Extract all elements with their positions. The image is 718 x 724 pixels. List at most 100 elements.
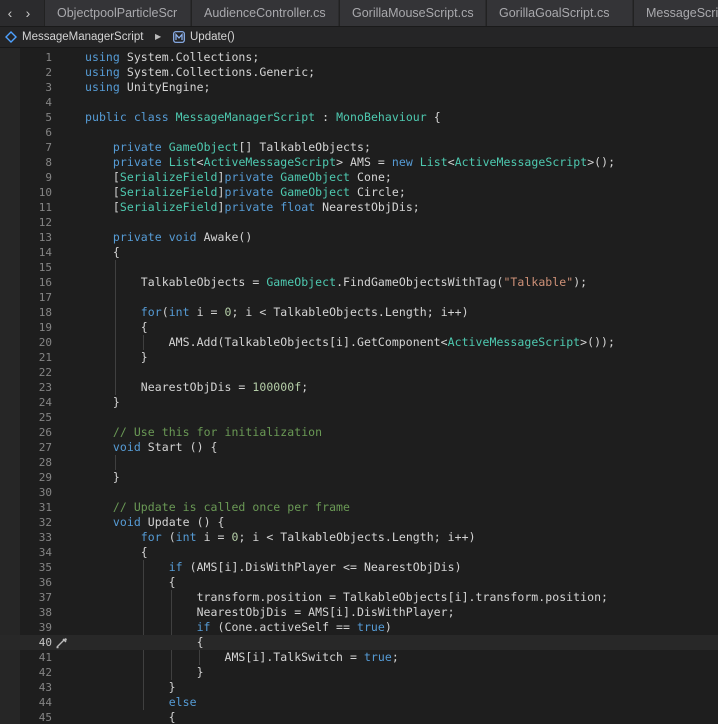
code-line[interactable]: 31 // Update is called once per frame	[0, 500, 718, 515]
tab-message-script[interactable]: MessageScrip	[633, 0, 718, 26]
code-line[interactable]: 14 {	[0, 245, 718, 260]
code-text: NearestObjDis = AMS[i].DisWithPlayer;	[85, 605, 455, 620]
code-line[interactable]: 15	[0, 260, 718, 275]
code-line[interactable]: 11 [SerializeField]private float Nearest…	[0, 200, 718, 215]
code-token: {	[85, 320, 148, 334]
line-number: 41	[38, 651, 52, 664]
code-line[interactable]: 13 private void Awake()	[0, 230, 718, 245]
code-line[interactable]: 35 if (AMS[i].DisWithPlayer <= NearestOb…	[0, 560, 718, 575]
code-line[interactable]: 37 transform.position = TalkableObjects[…	[0, 590, 718, 605]
code-line[interactable]: 26 // Use this for initialization	[0, 425, 718, 440]
code-token: [] TalkableObjects;	[238, 140, 371, 154]
code-text: for(int i = 0; i < TalkableObjects.Lengt…	[85, 305, 469, 320]
code-line[interactable]: 7 private GameObject[] TalkableObjects;	[0, 140, 718, 155]
code-line[interactable]: 18 for(int i = 0; i < TalkableObjects.Le…	[0, 305, 718, 320]
code-line[interactable]: 21 }	[0, 350, 718, 365]
code-line[interactable]: 3 using UnityEngine;	[0, 80, 718, 95]
code-token: private void	[112, 230, 197, 244]
code-line[interactable]: 42 }	[0, 665, 718, 680]
code-line[interactable]: 1 using System.Collections;	[0, 50, 718, 65]
forward-arrow-icon[interactable]: ›	[18, 0, 38, 26]
code-line[interactable]: 34 {	[0, 545, 718, 560]
code-token: <	[196, 155, 204, 169]
code-token: ]	[217, 170, 225, 184]
code-line[interactable]: 23 NearestObjDis = 100000f;	[0, 380, 718, 395]
code-text: {	[85, 320, 148, 335]
breadcrumb-class[interactable]: MessageManagerScript	[5, 27, 143, 47]
back-arrow-icon[interactable]: ‹	[0, 0, 20, 26]
line-number: 3	[45, 81, 52, 94]
code-line[interactable]: 41 AMS[i].TalkSwitch = true;	[0, 650, 718, 665]
code-line[interactable]: 24 }	[0, 395, 718, 410]
line-number: 32	[38, 516, 52, 529]
code-line[interactable]: 38 NearestObjDis = AMS[i].DisWithPlayer;	[0, 605, 718, 620]
code-line[interactable]: 45 {	[0, 710, 718, 724]
edit-pencil-icon[interactable]	[55, 637, 69, 649]
code-token: ; i < TalkableObjects.Length; i++)	[238, 530, 476, 544]
code-token: }	[85, 350, 148, 364]
code-text: {	[85, 635, 204, 650]
line-number: 28	[38, 456, 52, 469]
line-number: 35	[38, 561, 52, 574]
tab-gorilla-goal-script[interactable]: GorillaGoalScript.cs	[486, 0, 632, 26]
code-line[interactable]: 28	[0, 455, 718, 470]
code-line[interactable]: 8 private List<ActiveMessageScript> AMS …	[0, 155, 718, 170]
code-text: using System.Collections;	[85, 50, 259, 65]
code-line[interactable]: 40 {	[0, 635, 718, 650]
code-line[interactable]: 22	[0, 365, 718, 380]
code-line[interactable]: 25	[0, 410, 718, 425]
code-line[interactable]: 12	[0, 215, 718, 230]
breadcrumb-method[interactable]: Update()	[173, 27, 235, 47]
code-text: {	[85, 245, 120, 260]
tab-objectpool-particle-script[interactable]: ObjectpoolParticleScr	[44, 0, 190, 26]
code-line[interactable]: 5 public class MessageManagerScript : Mon…	[0, 110, 718, 125]
code-line[interactable]: 2 using System.Collections.Generic;	[0, 65, 718, 80]
tab-audience-controller[interactable]: AudienceController.cs	[191, 0, 338, 26]
code-text: private GameObject[] TalkableObjects;	[85, 140, 371, 155]
code-text: [SerializeField]private GameObject Circl…	[85, 185, 406, 200]
code-line[interactable]: 6	[0, 125, 718, 140]
code-token: (	[161, 305, 169, 319]
code-line[interactable]: 32 void Update () {	[0, 515, 718, 530]
code-line[interactable]: 16 TalkableObjects = GameObject.FindGame…	[0, 275, 718, 290]
line-number: 9	[45, 171, 52, 184]
line-number: 23	[38, 381, 52, 394]
line-number: 25	[38, 411, 52, 424]
breadcrumb-method-label: Update()	[190, 31, 235, 43]
line-number: 2	[45, 66, 52, 79]
code-text: [SerializeField]private float NearestObj…	[85, 200, 420, 215]
line-number: 5	[45, 111, 52, 124]
code-line[interactable]: 36 {	[0, 575, 718, 590]
code-token: ActiveMessageScript	[203, 155, 337, 169]
code-text: using UnityEngine;	[85, 80, 211, 95]
code-line[interactable]: 29 }	[0, 470, 718, 485]
code-editor[interactable]: 1 using System.Collections; 2 using System.…	[0, 48, 718, 724]
code-token: :	[315, 110, 337, 124]
code-line[interactable]: 19 {	[0, 320, 718, 335]
tab-gorilla-mouse-script[interactable]: GorillaMouseScript.cs	[339, 0, 485, 26]
code-line[interactable]: 27 void Start () {	[0, 440, 718, 455]
code-line[interactable]: 30	[0, 485, 718, 500]
code-line[interactable]: 20 AMS.Add(TalkableObjects[i].GetCompone…	[0, 335, 718, 350]
line-number: 42	[38, 666, 52, 679]
line-number: 15	[38, 261, 52, 274]
code-token: // Use this for initialization	[112, 425, 323, 439]
code-token: for	[140, 530, 162, 544]
code-token: Update () {	[140, 515, 225, 529]
code-line[interactable]: 9 [SerializeField]private GameObject Con…	[0, 170, 718, 185]
code-line[interactable]: 17	[0, 290, 718, 305]
code-token: {	[85, 635, 204, 649]
code-line[interactable]: 4	[0, 95, 718, 110]
code-token: NearestObjDis;	[315, 200, 420, 214]
code-token: ;	[301, 380, 309, 394]
code-line[interactable]: 43 }	[0, 680, 718, 695]
code-line[interactable]: 33 for (int i = 0; i < TalkableObjects.L…	[0, 530, 718, 545]
code-line[interactable]: 39 if (Cone.activeSelf == true)	[0, 620, 718, 635]
code-line[interactable]: 44 else	[0, 695, 718, 710]
line-number: 21	[38, 351, 52, 364]
code-line[interactable]: 10 [SerializeField]private GameObject Ci…	[0, 185, 718, 200]
line-number: 43	[38, 681, 52, 694]
